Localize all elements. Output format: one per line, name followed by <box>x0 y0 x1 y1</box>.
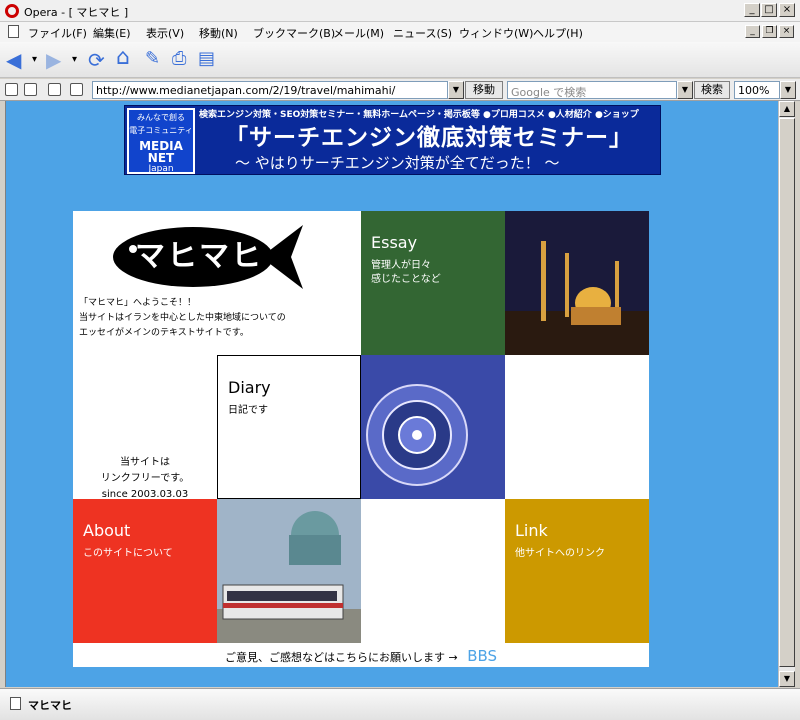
menu-go[interactable]: 移動(N) <box>199 25 238 41</box>
footer: ご意見、ご感想などはこちらにお願いします → BBS <box>73 647 649 667</box>
linkfree-line: リンクフリーです。 <box>100 473 190 484</box>
document-icon[interactable] <box>70 83 83 96</box>
essay-subtitle-line: 管理人が日々 <box>371 260 431 271</box>
menu-window[interactable]: ウィンドウ(W) <box>459 25 533 41</box>
bbs-link[interactable]: BBS <box>467 647 497 665</box>
go-button[interactable]: 移動 <box>465 81 503 99</box>
diary-tile[interactable]: Diary 日記です <box>217 355 361 499</box>
essay-subtitle-line: 感じたことなど <box>371 274 441 285</box>
essay-title: Essay <box>371 233 418 252</box>
logo-line-3: MEDIA NET <box>139 139 183 165</box>
menu-bar: ファイル(F) 編集(E) 表示(V) 移動(N) ブックマーク(B) メール(… <box>0 22 800 42</box>
security-icon[interactable] <box>5 83 18 96</box>
diary-subtitle: 日記です <box>228 405 268 416</box>
scroll-down-button[interactable]: ▼ <box>779 671 795 687</box>
close-button[interactable]: × <box>779 3 795 17</box>
linkfree-line: since 2003.03.03 <box>101 489 189 499</box>
essay-subtitle: 管理人が日々 感じたことなど <box>371 259 441 287</box>
site-header-cell: マヒマヒ 「マヒマヒ」へようこそ！！ 当サイトはイランを中心とした中東地域につい… <box>73 211 361 355</box>
linkfree-line: 当サイトは <box>120 457 170 468</box>
about-title: About <box>83 521 131 540</box>
main-toolbar: ◀ ▾ ▶ ▾ ⟳ ⌂ ✎ ⎙ ▤ <box>0 42 800 78</box>
maximize-button[interactable]: □ <box>761 3 777 17</box>
address-bar: http://www.medianetjapan.com/2/19/travel… <box>0 79 800 101</box>
islamic-tile-photo <box>361 355 505 499</box>
page-info-icon[interactable] <box>48 83 61 96</box>
menu-help[interactable]: ヘルプ(H) <box>533 25 583 41</box>
banner-subline: ～ やはりサーチエンジン対策が全てだった！ ～ <box>235 154 560 172</box>
zoom-dropdown[interactable]: ▼ <box>780 81 796 99</box>
search-button[interactable]: 検索 <box>694 81 730 99</box>
intro-line: 当サイトはイランを中心とした中東地域についての <box>79 313 286 323</box>
menu-file[interactable]: ファイル(F) <box>28 25 87 41</box>
search-engine-dropdown[interactable]: ▼ <box>677 81 693 99</box>
intro-line: 「マヒマヒ」へようこそ！！ <box>79 298 197 308</box>
reload-icon[interactable]: ⟳ <box>88 48 105 72</box>
blank-tile <box>361 499 505 643</box>
print-icon[interactable]: ⎙ <box>172 48 186 69</box>
page-viewport: みんなで創る 電子コミュニティ MEDIA NET Japan 検索エンジン対策… <box>5 101 778 687</box>
link-tile[interactable]: Link 他サイトへのリンク <box>505 499 649 643</box>
linkfree-text: 当サイトは リンクフリーです。 since 2003.03.03 <box>73 455 217 499</box>
blank-tile <box>505 355 649 499</box>
search-input[interactable]: Google で検索 <box>507 81 677 99</box>
menu-bookmarks[interactable]: ブックマーク(B) <box>253 25 335 41</box>
title-bar: Opera - [ マヒマヒ ] _ □ × <box>0 0 800 22</box>
mdi-restore-button[interactable]: ❐ <box>762 25 777 38</box>
forward-history-dropdown[interactable]: ▾ <box>72 54 77 65</box>
logo-line-2: 電子コミュニティ <box>129 126 193 135</box>
about-subtitle: このサイトについて <box>83 548 173 559</box>
document-icon <box>8 25 19 38</box>
notes-icon[interactable]: ▤ <box>198 48 215 69</box>
site-logo-text: マヒマヒ <box>135 239 263 274</box>
status-bar: マヒマヒ <box>0 688 800 720</box>
mosque-bus-photo <box>217 499 361 643</box>
menu-mail[interactable]: メール(M) <box>333 25 384 41</box>
intro-line: エッセイがメインのテキストサイトです。 <box>79 328 249 338</box>
cookie-icon[interactable] <box>24 83 37 96</box>
menu-view[interactable]: 表示(V) <box>146 25 184 41</box>
url-input[interactable]: http://www.medianetjapan.com/2/19/travel… <box>92 81 448 99</box>
home-icon[interactable]: ⌂ <box>116 45 130 70</box>
url-dropdown[interactable]: ▼ <box>448 81 464 99</box>
mdi-close-button[interactable]: × <box>779 25 794 38</box>
intro-text: 「マヒマヒ」へようこそ！！ 当サイトはイランを中心とした中東地域についての エッ… <box>79 296 286 341</box>
back-icon[interactable]: ◀ <box>6 48 21 72</box>
link-subtitle: 他サイトへのリンク <box>515 548 605 559</box>
minimize-button[interactable]: _ <box>744 3 760 17</box>
banner-headline: 「サーチエンジン徹底対策セミナー」 <box>225 125 633 151</box>
status-text: マヒマヒ <box>28 699 72 712</box>
ad-banner[interactable]: みんなで創る 電子コミュニティ MEDIA NET Japan 検索エンジン対策… <box>124 105 661 175</box>
diary-title: Diary <box>228 378 271 397</box>
zoom-select[interactable]: 100% <box>734 81 780 99</box>
link-title: Link <box>515 521 548 540</box>
document-icon <box>10 697 21 710</box>
window-title: Opera - [ マヒマヒ ] <box>24 6 129 19</box>
medianet-logo[interactable]: みんなで創る 電子コミュニティ MEDIA NET Japan <box>127 108 195 174</box>
scroll-up-button[interactable]: ▲ <box>779 101 795 117</box>
linkfree-cell: 当サイトは リンクフリーです。 since 2003.03.03 <box>73 355 217 499</box>
hotlist-icon[interactable]: ✎ <box>145 48 160 69</box>
menu-news[interactable]: ニュース(S) <box>393 25 452 41</box>
about-tile[interactable]: About このサイトについて <box>73 499 217 643</box>
logo-line-1: みんなで創る <box>137 113 185 122</box>
logo-line-4: Japan <box>148 164 174 174</box>
mdi-minimize-button[interactable]: _ <box>745 25 760 38</box>
vertical-scrollbar[interactable]: ▲ ▼ <box>778 101 795 687</box>
mosque-night-photo <box>505 211 649 355</box>
site-grid: マヒマヒ 「マヒマヒ」へようこそ！！ 当サイトはイランを中心とした中東地域につい… <box>73 211 649 667</box>
back-history-dropdown[interactable]: ▾ <box>32 54 37 65</box>
forward-icon[interactable]: ▶ <box>46 48 61 72</box>
scroll-thumb[interactable] <box>779 118 795 667</box>
essay-tile[interactable]: Essay 管理人が日々 感じたことなど <box>361 211 505 355</box>
footer-text: ご意見、ご感想などはこちらにお願いします → <box>224 651 458 664</box>
menu-edit[interactable]: 編集(E) <box>93 25 131 41</box>
opera-logo-icon <box>5 4 19 18</box>
